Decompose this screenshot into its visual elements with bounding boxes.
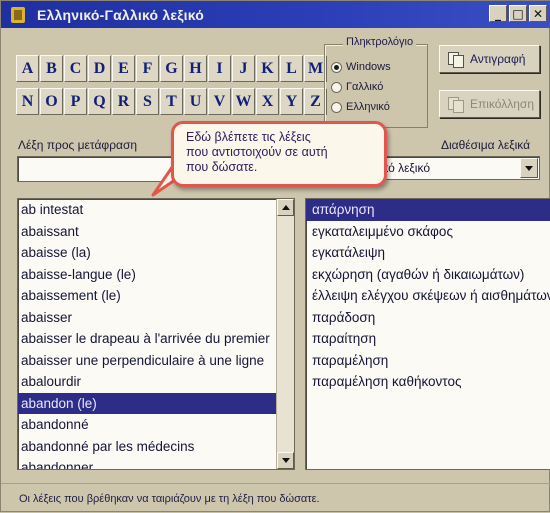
translation-items: απάρνηση εγκαταλειμμένο σκάφος εγκατάλειψη…: [306, 199, 550, 393]
close-button[interactable]: ✕: [529, 5, 547, 22]
radio-french[interactable]: Γαλλικό: [331, 81, 383, 93]
callout-line-3: που δώσατε.: [186, 160, 258, 174]
copy-button[interactable]: Αντιγραφή: [439, 45, 540, 73]
alphabet-row-2: NOPQRSTUVWXYZ: [16, 88, 328, 115]
alphabet-row-1: ABCDEFGHIJKLM: [16, 55, 328, 82]
source-word-item[interactable]: abaisser: [18, 307, 294, 329]
window-controls: _ □ ✕: [489, 5, 547, 22]
status-text: Οι λέξεις που βρέθηκαν να ταιριάζουν με …: [19, 492, 320, 505]
callout-line-2: που αντιστοιχούν σε αυτή: [186, 145, 328, 159]
source-word-item[interactable]: abandonné par les médecins: [18, 436, 294, 458]
source-word-item[interactable]: abaissement (le): [18, 285, 294, 307]
callout-line-1: Εδώ βλέπετε τις λέξεις: [186, 130, 311, 144]
radio-french-indicator: [331, 81, 342, 93]
translation-item[interactable]: εκχώρηση (αγαθών ή δικαιωμάτων): [306, 264, 550, 286]
maximize-button[interactable]: □: [509, 5, 527, 22]
source-word-item[interactable]: abaisser le drapeau à l'arrivée du premi…: [18, 328, 294, 350]
letter-button-u[interactable]: U: [184, 88, 207, 115]
title-bar[interactable]: Ελληνικό-Γαλλικό λεξικό _ □ ✕: [1, 1, 550, 28]
letter-button-f[interactable]: F: [136, 55, 159, 82]
letter-button-k[interactable]: K: [256, 55, 279, 82]
letter-button-s[interactable]: S: [136, 88, 159, 115]
source-word-item[interactable]: abaisse (la): [18, 242, 294, 264]
translation-item[interactable]: παράδοση: [306, 307, 550, 329]
letter-button-r[interactable]: R: [112, 88, 135, 115]
letter-button-b[interactable]: B: [40, 55, 63, 82]
window-title: Ελληνικό-Γαλλικό λεξικό: [37, 6, 205, 23]
letter-button-h[interactable]: H: [184, 55, 207, 82]
radio-windows-indicator: [331, 61, 342, 73]
radio-greek-label: Ελληνικό: [346, 101, 390, 113]
source-word-item[interactable]: abandon (le): [18, 392, 294, 414]
source-list-scrollbar[interactable]: [276, 199, 294, 469]
translation-item[interactable]: παραμέληση καθήκοντος: [306, 371, 550, 393]
app-icon: [11, 6, 25, 23]
translation-item[interactable]: εγκατάλειψη: [306, 242, 550, 264]
source-word-item[interactable]: abalourdir: [18, 371, 294, 393]
scroll-down-icon[interactable]: [277, 452, 294, 469]
letter-button-g[interactable]: G: [160, 55, 183, 82]
dropdown-arrow-icon[interactable]: [520, 158, 538, 178]
source-word-item[interactable]: abaisse-langue (le): [18, 264, 294, 286]
paste-button-label: Επικόλληση: [470, 97, 535, 111]
source-word-item[interactable]: abandonné: [18, 414, 294, 436]
letter-button-t[interactable]: T: [160, 88, 183, 115]
radio-greek[interactable]: Ελληνικό: [331, 101, 390, 113]
letter-button-j[interactable]: J: [232, 55, 255, 82]
translation-item[interactable]: έλλειψη ελέγχου σκέψεων ή αισθημάτων: [306, 285, 550, 307]
source-word-item[interactable]: abaissant: [18, 221, 294, 243]
letter-button-p[interactable]: P: [64, 88, 87, 115]
translation-list[interactable]: απάρνηση εγκαταλειμμένο σκάφος εγκατάλειψη…: [305, 198, 550, 470]
letter-button-n[interactable]: N: [16, 88, 39, 115]
letter-button-a[interactable]: A: [16, 55, 39, 82]
keyboard-groupbox-title: Πληκτρολόγιο: [343, 36, 417, 48]
letter-button-d[interactable]: D: [88, 55, 111, 82]
translation-item[interactable]: παραίτηση: [306, 328, 550, 350]
dictionary-window: Ελληνικό-Γαλλικό λεξικό _ □ ✕ ABCDEFGHIJ…: [0, 0, 550, 512]
letter-button-i[interactable]: I: [208, 55, 231, 82]
letter-button-c[interactable]: C: [64, 55, 87, 82]
source-word-items: ab intestat abaissant abaisse (la) abaisse-…: [18, 199, 294, 469]
help-callout: Εδώ βλέπετε τις λέξεις που αντιστοιχούν …: [171, 121, 387, 187]
source-word-item[interactable]: ab intestat: [18, 199, 294, 221]
translation-item[interactable]: εγκαταλειμμένο σκάφος: [306, 221, 550, 243]
radio-greek-indicator: [331, 101, 342, 113]
source-word-item[interactable]: abaisser une perpendiculaire à une ligne: [18, 350, 294, 372]
letter-button-w[interactable]: W: [232, 88, 255, 115]
paste-icon: [448, 97, 464, 113]
letter-button-o[interactable]: O: [40, 88, 63, 115]
radio-windows[interactable]: Windows: [331, 61, 391, 73]
radio-french-label: Γαλλικό: [346, 81, 384, 93]
copy-icon: [448, 52, 464, 68]
source-word-item[interactable]: abandonner: [18, 457, 294, 469]
letter-button-l[interactable]: L: [280, 55, 303, 82]
letter-button-x[interactable]: X: [256, 88, 279, 115]
keyboard-groupbox: Πληκτρολόγιο Windows Γαλλικό Ελληνικό: [324, 36, 428, 128]
letter-button-e[interactable]: E: [112, 55, 135, 82]
letter-button-v[interactable]: V: [208, 88, 231, 115]
paste-button[interactable]: Επικόλληση: [439, 90, 540, 118]
alphabet-buttons: ABCDEFGHIJKLM NOPQRSTUVWXYZ: [16, 55, 328, 121]
letter-button-y[interactable]: Y: [280, 88, 303, 115]
minimize-button[interactable]: _: [489, 5, 507, 22]
letter-button-q[interactable]: Q: [88, 88, 111, 115]
translation-item[interactable]: παραμέληση: [306, 350, 550, 372]
copy-button-label: Αντιγραφή: [470, 52, 526, 66]
word-to-translate-label: Λέξη προς μετάφραση: [18, 138, 138, 152]
translation-item[interactable]: απάρνηση: [306, 199, 550, 221]
source-word-list[interactable]: ab intestat abaissant abaisse (la) abaisse-…: [17, 198, 295, 470]
available-dictionaries-label: Διαθέσιμα λεξικά: [441, 138, 531, 152]
scroll-up-icon[interactable]: [277, 199, 294, 216]
status-bar: Οι λέξεις που βρέθηκαν να ταιριάζουν με …: [1, 483, 550, 513]
radio-windows-label: Windows: [346, 61, 391, 73]
